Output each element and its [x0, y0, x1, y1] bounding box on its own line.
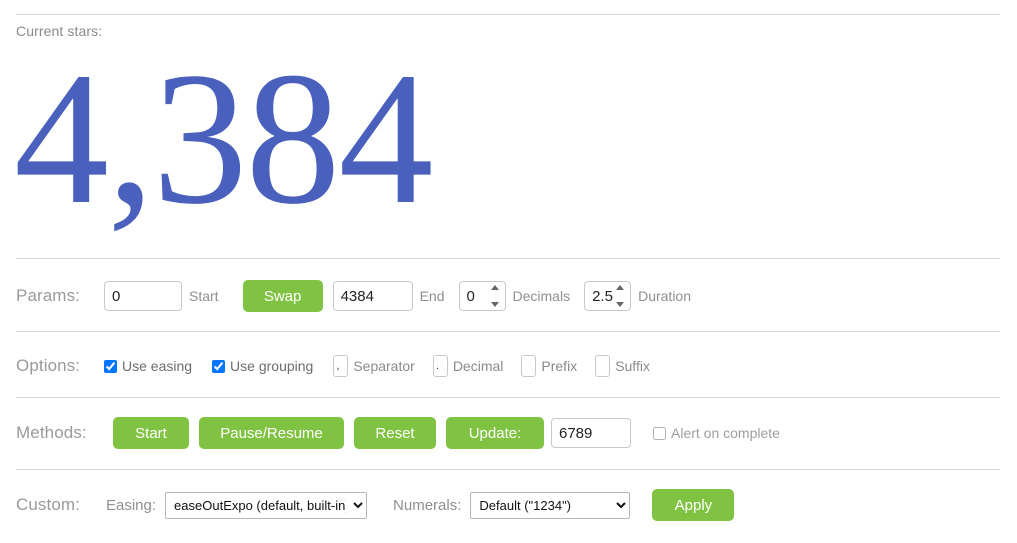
custom-row-label: Custom:: [16, 495, 80, 514]
spinner-arrows-icon[interactable]: [616, 285, 626, 307]
methods-row-label: Methods:: [16, 423, 87, 442]
decimal-field-group[interactable]: Decimal: [432, 355, 504, 377]
divider-options-top: [16, 331, 1000, 332]
decimals-stepper[interactable]: [458, 281, 506, 311]
update-value-input[interactable]: [551, 418, 631, 448]
divider-methods-top: [16, 397, 1000, 398]
countup-demo-page: Current stars: 4,384 Params: Start Swap …: [0, 0, 1017, 543]
prefix-input[interactable]: [521, 355, 537, 377]
chevron-up-icon[interactable]: [490, 285, 499, 290]
separator-label: Separator: [353, 358, 415, 374]
alert-on-complete-checkbox-group[interactable]: Alert on complete: [653, 425, 780, 441]
suffix-input[interactable]: [595, 355, 611, 377]
options-row-label: Options:: [16, 356, 81, 375]
numerals-label: Numerals:: [393, 496, 462, 514]
reset-button[interactable]: Reset: [354, 417, 436, 449]
decimal-input[interactable]: [432, 355, 448, 377]
chevron-down-icon[interactable]: [616, 302, 625, 307]
use-easing-checkbox-group[interactable]: Use easing: [104, 358, 192, 374]
chevron-up-icon[interactable]: [616, 285, 625, 290]
use-grouping-checkbox-group[interactable]: Use grouping: [212, 358, 313, 374]
spinner-arrows-icon[interactable]: [490, 285, 501, 307]
decimal-label: Decimal: [452, 358, 504, 374]
end-value-input[interactable]: [332, 281, 413, 311]
numerals-select[interactable]: Default ("1234"): [470, 491, 631, 519]
update-button[interactable]: Update:: [446, 417, 544, 449]
decimals-label: Decimals: [512, 288, 571, 304]
suffix-label: Suffix: [615, 358, 650, 374]
easing-label: Easing:: [106, 496, 157, 514]
swap-button[interactable]: Swap: [242, 280, 323, 312]
use-easing-checkbox[interactable]: [104, 359, 117, 373]
separator-field-group[interactable]: Separator: [333, 355, 415, 377]
use-grouping-label[interactable]: Use grouping: [230, 358, 313, 374]
suffix-field-group[interactable]: Suffix: [595, 355, 650, 377]
params-row-label: Params:: [16, 286, 80, 305]
easing-select[interactable]: easeOutExpo (default, built-in): [165, 491, 368, 519]
start-value-input[interactable]: [104, 281, 182, 311]
prefix-label: Prefix: [541, 358, 578, 374]
end-label: End: [419, 288, 445, 304]
prefix-field-group[interactable]: Prefix: [521, 355, 577, 377]
alert-on-complete-label[interactable]: Alert on complete: [671, 425, 780, 441]
pause-resume-button[interactable]: Pause/Resume: [199, 417, 344, 449]
duration-stepper[interactable]: [584, 281, 632, 311]
start-label: Start: [189, 288, 219, 304]
divider-custom-top: [16, 469, 1000, 470]
methods-row: Methods: Start Pause/Resume Reset Update…: [16, 416, 1000, 450]
alert-on-complete-checkbox[interactable]: [653, 426, 666, 440]
custom-row: Custom: Easing: easeOutExpo (default, bu…: [16, 489, 1000, 521]
params-row: Params: Start Swap End Decimals Duration: [16, 280, 1000, 312]
chevron-down-icon[interactable]: [490, 302, 499, 307]
divider-top: [16, 14, 1000, 15]
divider-params-top: [16, 258, 1000, 259]
options-row: Options: Use easing Use grouping Separat…: [16, 351, 1000, 381]
start-button[interactable]: Start: [113, 417, 189, 449]
apply-button[interactable]: Apply: [652, 489, 735, 521]
use-grouping-checkbox[interactable]: [212, 359, 226, 373]
separator-input[interactable]: [333, 355, 349, 377]
use-easing-label[interactable]: Use easing: [122, 358, 192, 374]
duration-label: Duration: [638, 288, 691, 304]
counter-display: 4,384: [14, 34, 433, 244]
